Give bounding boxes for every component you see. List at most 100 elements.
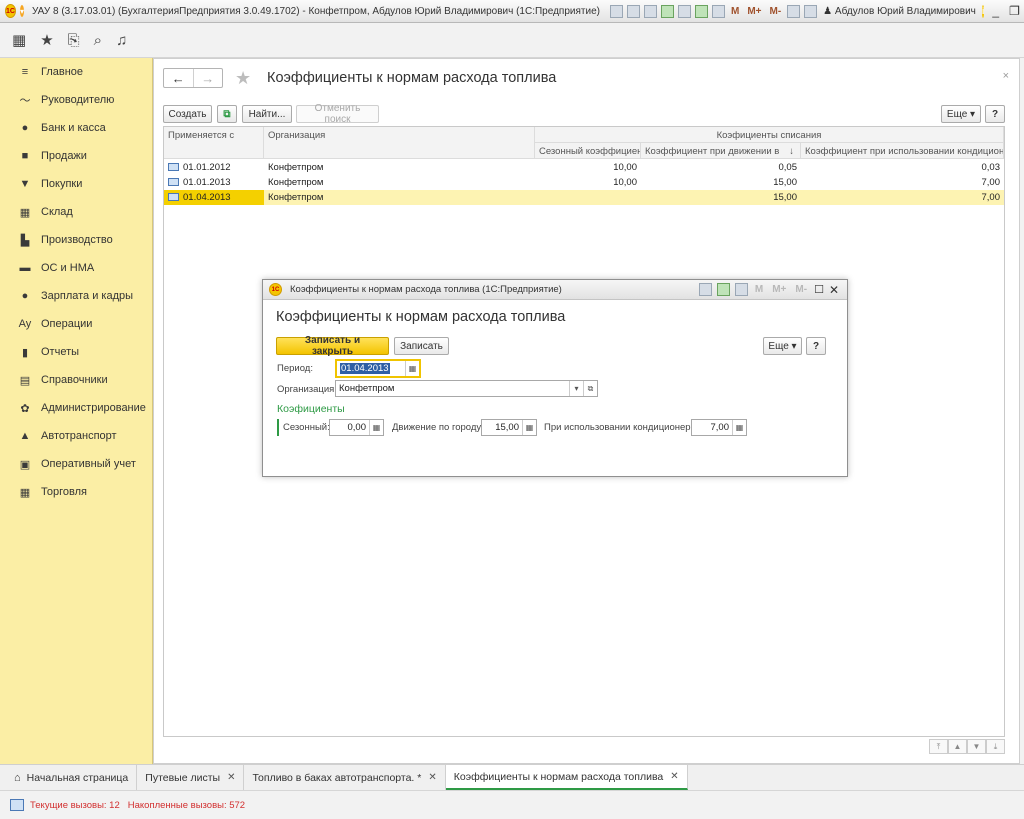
header-seasonal[interactable]: Сезонный коэффициент [535,143,641,159]
header-ac[interactable]: Коэффициент при использовании кондиционе… [801,143,1004,159]
header-applies-from[interactable]: Применяется с [164,127,264,159]
find-button[interactable]: Найти... [242,105,292,123]
sidebar-item-warehouse[interactable]: ▦ Склад [0,198,152,226]
sidebar-item-production[interactable]: ▙ Производство [0,226,152,254]
scroll-up-icon[interactable]: ▲ [948,739,967,754]
create-button[interactable]: Создать [163,105,212,123]
sidebar-item-bank[interactable]: ● Банк и касса [0,114,152,142]
notifications-bell-icon[interactable]: ♫ [116,32,127,49]
sidebar-item-operations[interactable]: Ay Операции [0,310,152,338]
zoom-icon[interactable] [787,4,801,18]
main-menu-icon[interactable]: ▾ [19,5,24,17]
calculator-icon[interactable]: ▦ [522,420,536,435]
app-logo-icon[interactable]: 1С [5,4,16,18]
table-row[interactable]: 01.01.2013 Конфетпром 10,00 15,00 7,00 [164,175,1004,190]
forward-arrow-icon[interactable]: → [192,69,223,87]
sidebar-item-trade[interactable]: ▦ Торговля [0,478,152,506]
sidebar-item-salary[interactable]: ● Зарплата и кадры [0,282,152,310]
sidebar-item-operational[interactable]: ▣ Оперативный учет [0,450,152,478]
favorites-star-icon[interactable]: ★ [40,31,53,49]
search-icon[interactable]: ⌕ [94,32,102,49]
user-name[interactable]: ♟ Абдулов Юрий Владимирович [823,6,976,17]
sidebar-item-reports[interactable]: ▮ Отчеты [0,338,152,366]
dialog-m-minus-button[interactable]: M- [795,284,807,295]
help-button[interactable]: ? [985,105,1005,123]
more-button[interactable]: Еще ▾ [941,105,981,123]
sidebar-item-main[interactable]: ≡ Главное [0,58,152,86]
sidebar-item-assets[interactable]: ▬ ОС и НМА [0,254,152,282]
apps-grid-icon[interactable]: ▦ [12,31,26,49]
seasonal-input[interactable]: 0,00 ▦ [329,419,384,436]
dialog-window-title: Коэффициенты к нормам расхода топлива (1… [290,284,562,295]
calculator-icon[interactable]: ▦ [732,420,746,435]
calculator-icon[interactable] [694,4,708,18]
tab-home[interactable]: ⌂ Начальная страница [0,765,138,790]
history-icon[interactable]: ⎘ [68,32,80,49]
favorite-star-icon[interactable]: ★ [235,68,251,89]
dropdown-arrow-icon[interactable]: ▾ [569,381,583,396]
preview-icon[interactable] [643,4,657,18]
book-icon: ▤ [19,374,31,387]
tab-fuel-coefficients[interactable]: Коэффициенты к нормам расхода топлива ✕ [445,765,688,790]
sidebar-item-manager[interactable]: 〜 Руководителю [0,86,152,114]
m-minus-button[interactable]: M- [769,6,781,17]
header-movement[interactable]: Коэффициент при движении в ↓ [641,143,801,159]
window-titlebar: 1С ▾ УАУ 8 (3.17.03.01) (БухгалтерияПред… [0,0,1024,23]
header-organization[interactable]: Организация [264,127,535,159]
sidebar-item-transport[interactable]: ▲ Автотранспорт [0,422,152,450]
calendar-icon[interactable] [711,4,725,18]
calculator-icon[interactable]: ▦ [369,420,383,435]
dialog-tools: M M+ M- ☐ ✕ [698,283,839,297]
copy-icon[interactable] [677,4,691,18]
scroll-down-icon[interactable]: ▼ [967,739,986,754]
table-row[interactable]: 01.01.2012 Конфетпром 10,00 0,05 0,03 [164,160,1004,175]
close-tab-icon[interactable]: ✕ [670,771,678,782]
dialog-print-icon[interactable] [698,283,712,296]
sidebar: ≡ Главное 〜 Руководителю ● Банк и касса ■ Пр… [0,58,153,764]
sidebar-item-sales[interactable]: ■ Продажи [0,142,152,170]
dialog-more-button[interactable]: Еще ▾ [763,337,802,355]
close-tab-icon[interactable]: ✕ [428,772,436,783]
panel-icon[interactable] [804,4,818,18]
info-icon[interactable]: i [981,4,985,18]
copy-item-button[interactable]: ⧉ [217,105,237,123]
dialog-close-icon[interactable]: ✕ [829,283,839,297]
restore-icon[interactable]: ❐ [1009,4,1020,18]
calendar-icon[interactable]: ▦ [405,361,419,376]
print-icon[interactable] [626,4,640,18]
dialog-calculator-icon[interactable] [716,283,730,296]
tab-waybills[interactable]: Путевые листы ✕ [137,765,245,790]
dialog-maximize-icon[interactable]: ☐ [814,283,824,296]
sidebar-item-admin[interactable]: ✿ Администрирование [0,394,152,422]
sidebar-item-purchases[interactable]: ▼ Покупки [0,170,152,198]
save-button[interactable]: Записать [394,337,449,355]
dialog-m-plus-button[interactable]: M+ [772,284,786,295]
tab-fuel-in-tanks[interactable]: Топливо в баках автотранспорта. * ✕ [244,765,446,790]
period-input[interactable]: 01.04.2013 ▦ [335,359,421,378]
table-row-selected[interactable]: 01.04.2013 Конфетпром 15,00 7,00 [164,190,1004,205]
m-button[interactable]: M [731,6,739,17]
save-and-close-button[interactable]: Записать и закрыть [276,335,389,357]
cancel-search-button[interactable]: Отменить поиск [296,103,379,125]
open-icon[interactable]: ⧉ [583,381,597,396]
dialog-calendar-icon[interactable] [734,283,748,296]
scroll-bottom-icon[interactable]: ⤓ [986,739,1005,754]
close-form-icon[interactable]: × [1003,70,1009,82]
upload-icon[interactable] [660,4,674,18]
page-title: Коэффициенты к нормам расхода топлива [267,70,557,86]
m-plus-button[interactable]: M+ [747,6,761,17]
dialog-m-button[interactable]: M [755,284,763,295]
organization-input[interactable]: Конфетпром ▾ ⧉ [335,380,598,397]
coefficients-dialog: 1С Коэффициенты к нормам расхода топлива… [262,279,848,477]
minimize-icon[interactable]: _ [992,4,999,18]
sidebar-item-directories[interactable]: ▤ Справочники [0,366,152,394]
save-icon[interactable] [609,4,623,18]
ac-input[interactable]: 7,00 ▦ [691,419,747,436]
dialog-help-button[interactable]: ? [806,337,826,355]
scroll-top-icon[interactable]: ⤒ [929,739,948,754]
city-movement-input[interactable]: 15,00 ▦ [481,419,537,436]
bar-chart-icon: ▮ [21,346,29,359]
back-arrow-icon[interactable]: ← [164,69,193,87]
close-tab-icon[interactable]: ✕ [227,772,235,783]
cart-icon: ▼ [19,178,31,190]
